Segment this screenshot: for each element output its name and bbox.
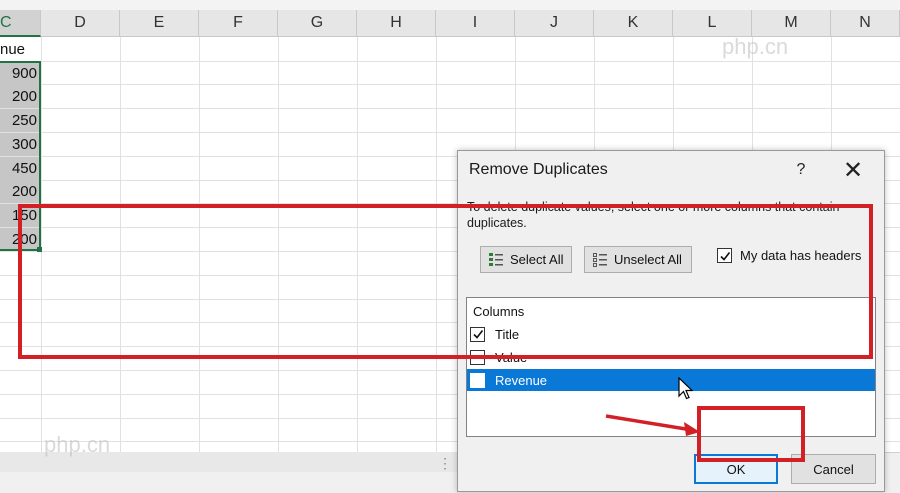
watermark: php.cn: [722, 34, 789, 59]
watermark: php.cn: [44, 432, 111, 457]
column-header-c[interactable]: C: [0, 10, 41, 37]
column-letter: D: [74, 14, 86, 31]
column-header-e[interactable]: E: [120, 10, 199, 37]
cell-header-revenue[interactable]: nue: [0, 38, 40, 61]
column-item-revenue[interactable]: Revenue: [467, 369, 875, 391]
grid-line: [0, 61, 900, 62]
column-letter: K: [627, 14, 639, 31]
tab-split-grip[interactable]: ⋮: [438, 455, 452, 472]
column-letter: M: [784, 14, 798, 31]
column-letter: I: [472, 14, 478, 31]
column-letter: J: [550, 14, 558, 31]
column-checkbox[interactable]: [470, 372, 485, 388]
column-letter: N: [859, 14, 871, 31]
annotation-rectangle: [18, 204, 873, 359]
dialog-title: Remove Duplicates: [469, 161, 608, 178]
annotation-rectangle: [697, 406, 805, 462]
column-letter: H: [390, 14, 402, 31]
column-letter: C: [0, 13, 12, 31]
column-header-i[interactable]: I: [436, 10, 515, 37]
close-button[interactable]: ✕: [838, 156, 868, 184]
close-icon: ✕: [842, 156, 864, 184]
grid-line: [0, 132, 900, 133]
column-letter: L: [707, 14, 717, 31]
column-header-m[interactable]: M: [752, 10, 831, 37]
column-item-label: Revenue: [495, 372, 548, 388]
annotation-arrow-icon: [605, 414, 700, 436]
mouse-cursor-icon: [678, 377, 694, 400]
column-header-n[interactable]: N: [831, 10, 900, 37]
column-letter: E: [153, 14, 165, 31]
column-header-f[interactable]: F: [199, 10, 278, 37]
column-header-g[interactable]: G: [278, 10, 357, 37]
column-header-l[interactable]: L: [673, 10, 752, 37]
help-button[interactable]: ?: [788, 157, 814, 183]
column-header-k[interactable]: K: [594, 10, 673, 37]
grid-line: [0, 84, 900, 85]
column-header-d[interactable]: D: [41, 10, 120, 37]
column-letter: G: [310, 14, 324, 31]
column-header-h[interactable]: H: [357, 10, 436, 37]
column-header-j[interactable]: J: [515, 10, 594, 37]
grid-line: [0, 108, 900, 109]
column-letter: F: [233, 14, 243, 31]
